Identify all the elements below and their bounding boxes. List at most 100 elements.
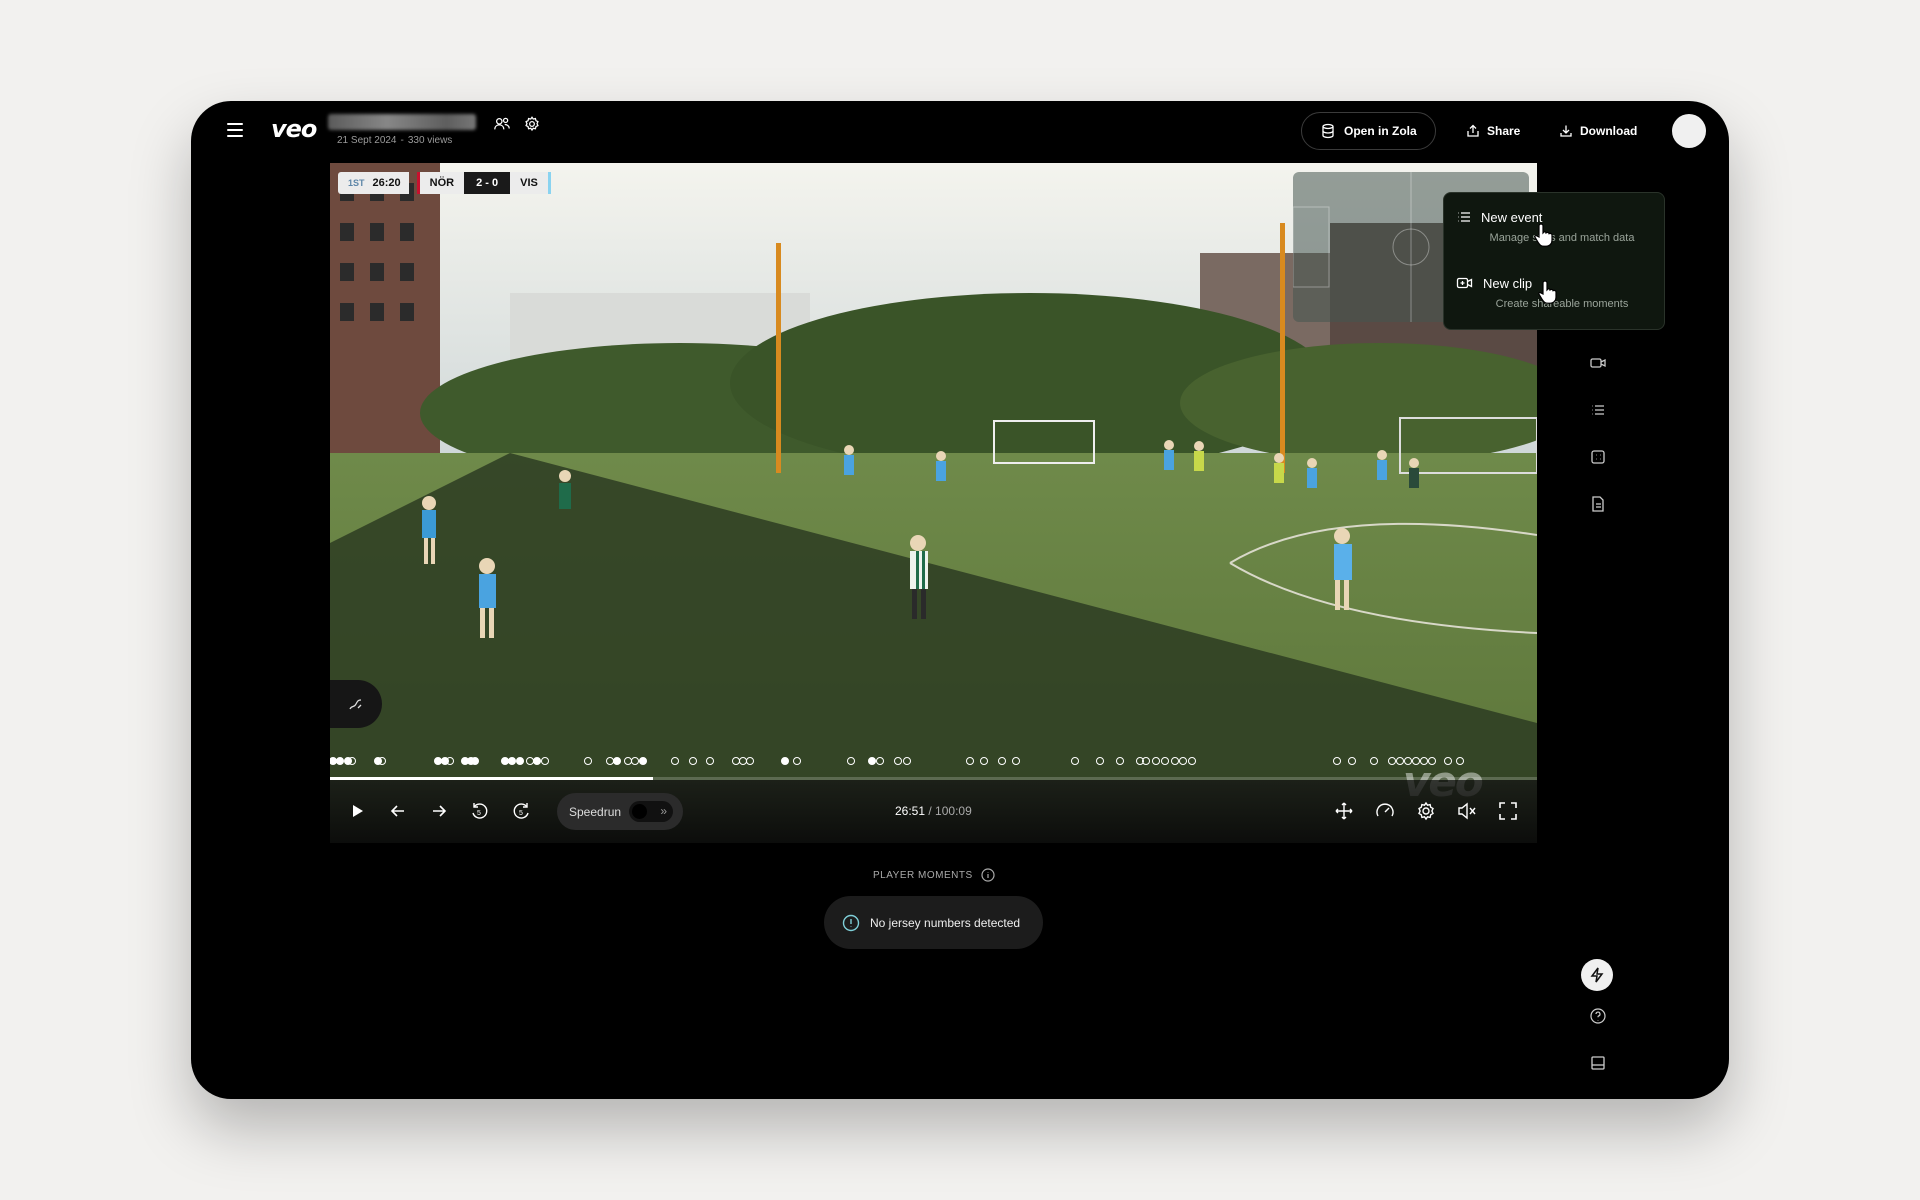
bolt-icon [1590,967,1604,983]
event-marker[interactable] [1152,757,1160,765]
match-clock: 26:20 [370,172,409,194]
list-icon[interactable] [1588,400,1608,420]
event-marker[interactable] [631,757,639,765]
event-marker[interactable] [508,757,516,765]
event-marker[interactable] [966,757,974,765]
event-marker[interactable] [689,757,697,765]
event-marker[interactable] [541,757,549,765]
event-marker[interactable] [793,757,801,765]
speedrun-switch[interactable]: » [629,801,673,822]
speedrun-toggle[interactable]: Speedrun » [557,793,683,830]
event-marker[interactable] [1161,757,1169,765]
event-marker[interactable] [1370,757,1378,765]
download-button[interactable]: Download [1559,112,1637,150]
play-icon[interactable] [346,800,368,822]
drawing-tool-button[interactable] [330,680,382,728]
event-marker[interactable] [1096,757,1104,765]
event-marker[interactable] [903,757,911,765]
event-marker[interactable] [1333,757,1341,765]
event-marker[interactable] [732,757,740,765]
forward-5-icon[interactable]: 5 [510,800,532,822]
book-icon[interactable] [1588,1053,1608,1073]
event-marker[interactable] [501,757,509,765]
no-jersey-numbers-text: No jersey numbers detected [870,915,1021,930]
help-icon[interactable] [1588,1006,1608,1026]
event-marker[interactable] [1444,757,1452,765]
event-marker[interactable] [746,757,754,765]
event-marker[interactable] [1428,757,1436,765]
share-button[interactable]: Share [1466,112,1520,150]
away-team: VIS [510,172,551,194]
event-marker[interactable] [1388,757,1396,765]
mute-icon[interactable] [1456,800,1478,822]
event-marker[interactable] [1396,757,1404,765]
new-event-description: Manage stats and match data [1489,232,1635,244]
scoreboard: 1ST 26:20 NÖR 2 - 0 VIS [338,172,551,194]
video-player[interactable]: 1ST 26:20 NÖR 2 - 0 VIS veo [330,163,1537,843]
next-event-icon[interactable] [428,800,450,822]
document-icon[interactable] [1588,494,1608,514]
veo-logo[interactable]: veo [271,115,317,143]
previous-event-icon[interactable] [387,800,409,822]
new-clip-label: New clip [1483,275,1533,291]
event-marker[interactable] [434,757,442,765]
grid-icon[interactable] [1588,447,1608,467]
event-marker[interactable] [1071,757,1079,765]
new-event-item[interactable]: New event Manage stats and match data [1444,199,1664,251]
event-marker[interactable] [526,757,534,765]
player-controls: 5 5 Speedrun » 26:51 / 100:09 [330,780,1537,843]
event-marker[interactable] [868,757,876,765]
fast-forward-icon: » [660,804,667,818]
event-marker[interactable] [584,757,592,765]
event-marker[interactable] [1171,757,1179,765]
rewind-5-icon[interactable]: 5 [469,800,491,822]
event-marker[interactable] [1456,757,1464,765]
event-marker[interactable] [639,757,647,765]
event-marker[interactable] [781,757,789,765]
event-marker[interactable] [606,757,614,765]
menu-icon[interactable] [227,123,243,137]
event-marker[interactable] [613,757,621,765]
event-marker[interactable] [894,757,902,765]
event-marker[interactable] [516,757,524,765]
settings-icon[interactable] [523,115,541,133]
event-marker[interactable] [330,757,337,765]
info-icon[interactable] [981,868,995,882]
user-avatar[interactable] [1672,114,1706,148]
new-clip-item[interactable]: New clip Create shareable moments [1444,265,1664,317]
team-members-icon[interactable] [493,115,511,133]
event-marker[interactable] [876,757,884,765]
settings-icon[interactable] [1415,800,1437,822]
event-marker[interactable] [471,757,479,765]
event-marker[interactable] [336,757,344,765]
event-marker[interactable] [980,757,988,765]
share-label: Share [1487,124,1521,138]
event-marker[interactable] [739,757,747,765]
event-marker[interactable] [1420,757,1428,765]
event-marker[interactable] [1012,757,1020,765]
video-icon[interactable] [1588,353,1608,373]
time-separator: / [925,804,936,818]
home-team: NÖR [416,172,465,194]
event-marker[interactable] [847,757,855,765]
event-marker[interactable] [706,757,714,765]
pan-icon[interactable] [1333,800,1355,822]
event-marker[interactable] [1116,757,1124,765]
event-marker[interactable] [1348,757,1356,765]
event-marker[interactable] [671,757,679,765]
event-marker[interactable] [533,757,541,765]
fullscreen-icon[interactable] [1497,800,1519,822]
playback-speed-icon[interactable] [1374,800,1396,822]
event-marker[interactable] [998,757,1006,765]
event-markers[interactable] [330,755,1537,767]
match-views: 330 views [407,135,453,146]
speedrun-label: Speedrun [569,804,622,819]
player-moments-label: PLAYER MOMENTS [873,869,973,881]
event-marker[interactable] [1179,757,1187,765]
event-marker[interactable] [1412,757,1420,765]
event-marker[interactable] [1404,757,1412,765]
event-marker[interactable] [624,757,632,765]
quick-actions-button[interactable] [1581,959,1613,991]
event-marker[interactable] [1188,757,1196,765]
open-in-zola-button[interactable]: Open in Zola [1301,112,1436,150]
